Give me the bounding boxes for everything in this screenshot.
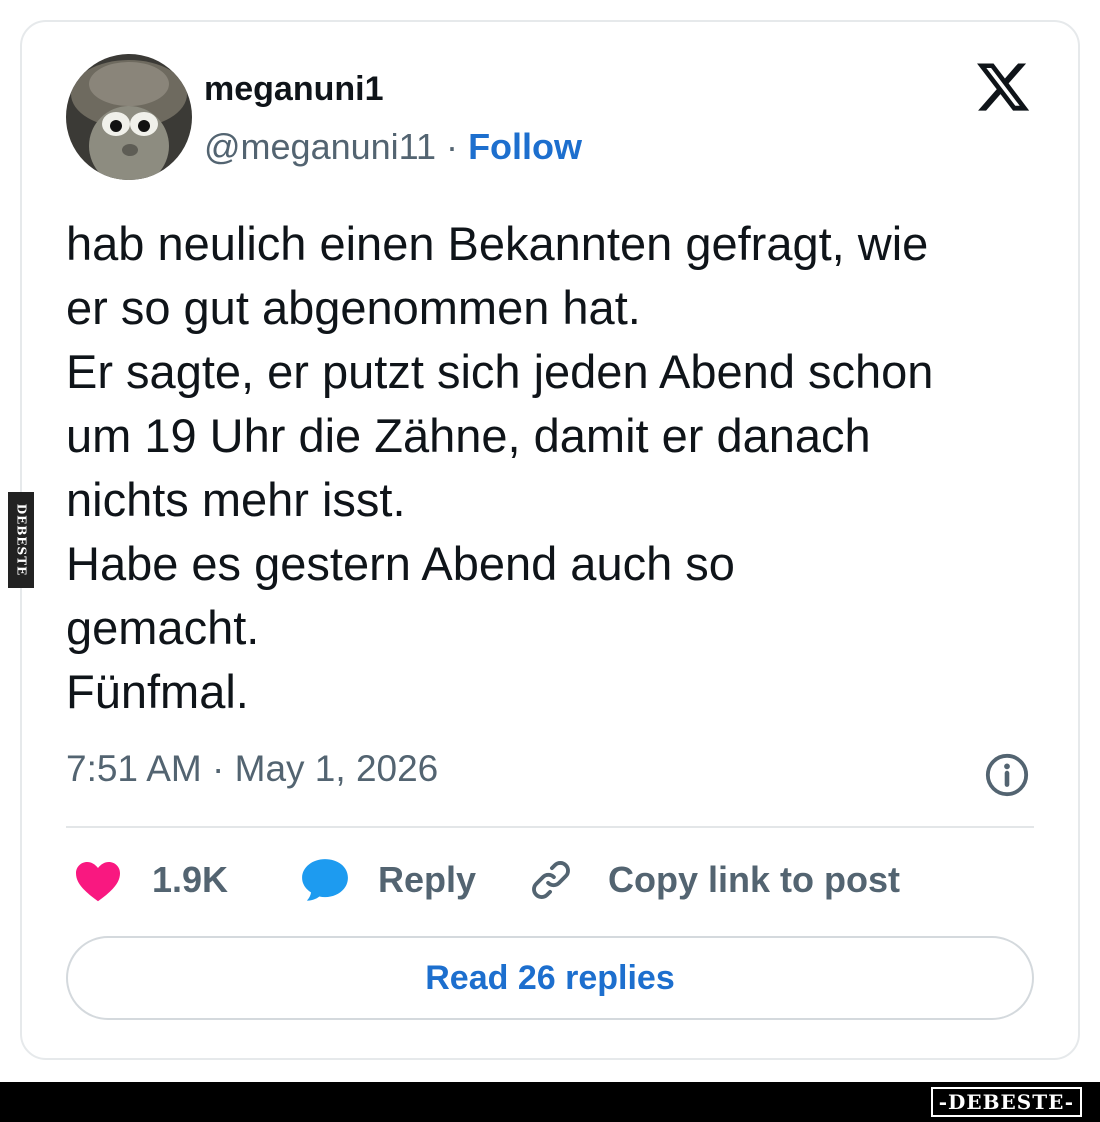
- like-count: 1.9K: [152, 859, 229, 900]
- divider: [66, 826, 1034, 828]
- follow-button[interactable]: Follow: [468, 126, 582, 167]
- tweet-card: meganuni1 @meganuni11 · Follow hab neuli…: [20, 20, 1080, 1060]
- heart-icon: [76, 862, 120, 902]
- author-handle[interactable]: @meganuni11: [204, 126, 436, 167]
- like-button[interactable]: 1.9K: [74, 856, 228, 904]
- copy-link-button[interactable]: Copy link to post: [528, 856, 900, 904]
- author-display-name[interactable]: meganuni1: [204, 70, 383, 109]
- side-watermark: DEBESTE: [8, 492, 34, 588]
- tweet-timestamp[interactable]: 7:51 AM · May 1, 2026: [66, 748, 438, 790]
- tweet-line: um 19 Uhr die Zähne, damit er danach: [66, 409, 871, 462]
- watermark-logo: -DEBESTE-: [930, 1087, 1082, 1117]
- watermark-bar: -DEBESTE-: [0, 1082, 1100, 1122]
- read-replies-button[interactable]: Read 26 replies: [66, 936, 1034, 1020]
- tweet-line: hab neulich einen Bekannten gefragt, wie: [66, 217, 929, 270]
- reply-label: Reply: [378, 859, 477, 900]
- tweet-line: Er sagte, er putzt sich jeden Abend scho…: [66, 345, 934, 398]
- tweet-line: Fünfmal.: [66, 665, 249, 718]
- x-logo-icon[interactable]: [974, 58, 1032, 116]
- avatar[interactable]: [66, 54, 192, 180]
- info-icon[interactable]: [984, 752, 1030, 798]
- tweet-line: Habe es gestern Abend auch so: [66, 537, 735, 590]
- link-icon: [532, 861, 570, 899]
- tweet-line: gemacht.: [66, 601, 260, 654]
- handle-separator: ·: [446, 126, 459, 167]
- tweet-text: hab neulich einen Bekannten gefragt, wie…: [66, 212, 1056, 724]
- author-handle-row: @meganuni11 · Follow: [204, 126, 582, 168]
- side-watermark-text: DEBESTE: [14, 503, 28, 577]
- tweet-line: er so gut abgenommen hat.: [66, 281, 641, 334]
- tweet-line: nichts mehr isst.: [66, 473, 406, 526]
- copy-link-label: Copy link to post: [608, 859, 900, 900]
- reply-button[interactable]: Reply: [300, 856, 476, 904]
- speech-bubble-icon: [302, 859, 348, 901]
